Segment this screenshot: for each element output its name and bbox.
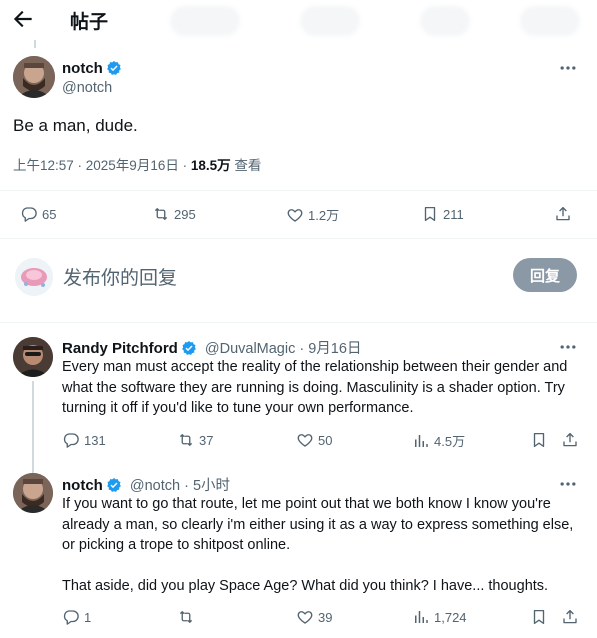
author-handle[interactable]: @notch <box>62 80 112 96</box>
bookmark-action[interactable] <box>530 431 548 449</box>
bookmark-icon <box>424 206 436 222</box>
share-action[interactable] <box>554 205 572 223</box>
views-action[interactable]: 4.5万 <box>412 431 465 450</box>
my-avatar[interactable] <box>15 258 53 296</box>
like-count: 1.2万 <box>308 208 340 223</box>
page-title: 帖子 <box>70 12 109 33</box>
bookmark-icon <box>533 609 545 625</box>
blurred-nav-item <box>170 6 240 36</box>
views-count: 1,724 <box>434 609 467 625</box>
reply-action[interactable]: 131 <box>62 431 106 449</box>
post-meta: 上午12:57 · 2025年9月16日 · 18.5万 查看 <box>13 154 261 174</box>
views-chart-icon <box>415 434 428 447</box>
repost-action[interactable] <box>177 608 199 626</box>
repost-action[interactable]: 295 <box>152 205 196 223</box>
reply-avatar[interactable] <box>13 337 53 377</box>
like-count: 50 <box>318 432 333 448</box>
reply-time[interactable]: · 9月16日 <box>299 341 361 357</box>
post-text: Be a man, dude. <box>13 116 138 135</box>
thread-line <box>34 40 36 48</box>
repost-count: 37 <box>199 432 214 448</box>
reply-count: 1 <box>84 609 92 625</box>
reply-button[interactable]: 回复 <box>513 258 577 292</box>
reply-text-paragraph-2: That aside, did you play Space Age? What… <box>62 578 549 594</box>
blurred-nav-item <box>300 6 360 36</box>
reply-count: 65 <box>42 206 57 222</box>
share-action[interactable] <box>561 608 579 626</box>
reply-handle[interactable]: @notch <box>130 478 180 494</box>
reply-input[interactable]: 发布你的回复 <box>63 263 177 290</box>
divider <box>0 190 597 191</box>
like-action[interactable]: 50 <box>296 431 332 449</box>
avatar[interactable] <box>13 56 55 98</box>
repost-action[interactable]: 37 <box>177 431 213 449</box>
blurred-nav-item <box>520 6 580 36</box>
reply-avatar-image <box>13 473 53 513</box>
my-avatar-image <box>15 258 53 296</box>
bookmark-action[interactable]: 211 <box>421 205 464 223</box>
reply-action[interactable]: 1 <box>62 608 91 626</box>
divider <box>0 322 597 323</box>
reply-author-name[interactable]: notch <box>62 477 103 494</box>
repost-icon <box>179 434 193 446</box>
views-action[interactable]: 1,724 <box>412 608 467 626</box>
blurred-nav-item <box>420 6 470 36</box>
thread-line <box>32 381 34 473</box>
heart-icon <box>297 434 313 447</box>
repost-icon <box>179 611 193 623</box>
reply-action[interactable]: 65 <box>20 205 56 223</box>
share-action[interactable] <box>561 431 579 449</box>
reply-icon <box>63 433 79 448</box>
share-icon <box>563 609 577 624</box>
like-count: 39 <box>318 609 333 625</box>
view-count: 18.5万 <box>190 158 231 173</box>
top-bar: 帖子 <box>0 0 597 40</box>
reply-text: If you want to go that route, let me poi… <box>62 496 574 553</box>
reply-text: Every man must accept the reality of the… <box>62 359 568 416</box>
reply-avatar[interactable] <box>13 473 53 513</box>
post-timestamp[interactable]: 上午12:57 · 2025年9月16日 · <box>13 158 191 173</box>
verified-badge-icon <box>181 341 196 355</box>
author-name-text[interactable]: notch <box>62 60 103 77</box>
back-arrow-icon[interactable] <box>10 6 36 32</box>
author-name[interactable]: notch <box>62 60 122 77</box>
share-icon <box>563 432 577 447</box>
views-label: 查看 <box>230 158 262 173</box>
more-options-icon[interactable] <box>558 337 578 357</box>
reply-avatar-image <box>13 337 53 377</box>
reply-header: notch @notch · 5小时 <box>62 474 230 495</box>
reply-icon <box>63 610 79 625</box>
like-action[interactable]: 1.2万 <box>286 205 339 224</box>
verified-badge-icon <box>106 61 121 75</box>
like-action[interactable]: 39 <box>296 608 332 626</box>
verified-badge-icon <box>106 478 121 492</box>
heart-icon <box>287 208 303 222</box>
heart-icon <box>297 611 313 624</box>
views-count: 4.5万 <box>434 434 466 449</box>
repost-count: 295 <box>174 206 196 222</box>
bookmark-count: 211 <box>443 206 464 222</box>
bookmark-icon <box>533 432 545 448</box>
share-icon <box>556 206 570 221</box>
reply-icon <box>21 207 37 222</box>
reply-count: 131 <box>84 432 106 448</box>
repost-icon <box>154 208 168 220</box>
avatar-image <box>13 56 55 98</box>
reply-time[interactable]: · 5小时 <box>184 478 230 494</box>
reply-header: Randy Pitchford @DuvalMagic · 9月16日 <box>62 337 361 358</box>
reply-handle[interactable]: @DuvalMagic <box>205 341 295 357</box>
divider <box>0 238 597 239</box>
bookmark-action[interactable] <box>530 608 548 626</box>
views-chart-icon <box>415 611 428 623</box>
reply-author-name[interactable]: Randy Pitchford <box>62 340 178 357</box>
more-options-icon[interactable] <box>558 474 578 494</box>
more-options-icon[interactable] <box>558 58 578 78</box>
